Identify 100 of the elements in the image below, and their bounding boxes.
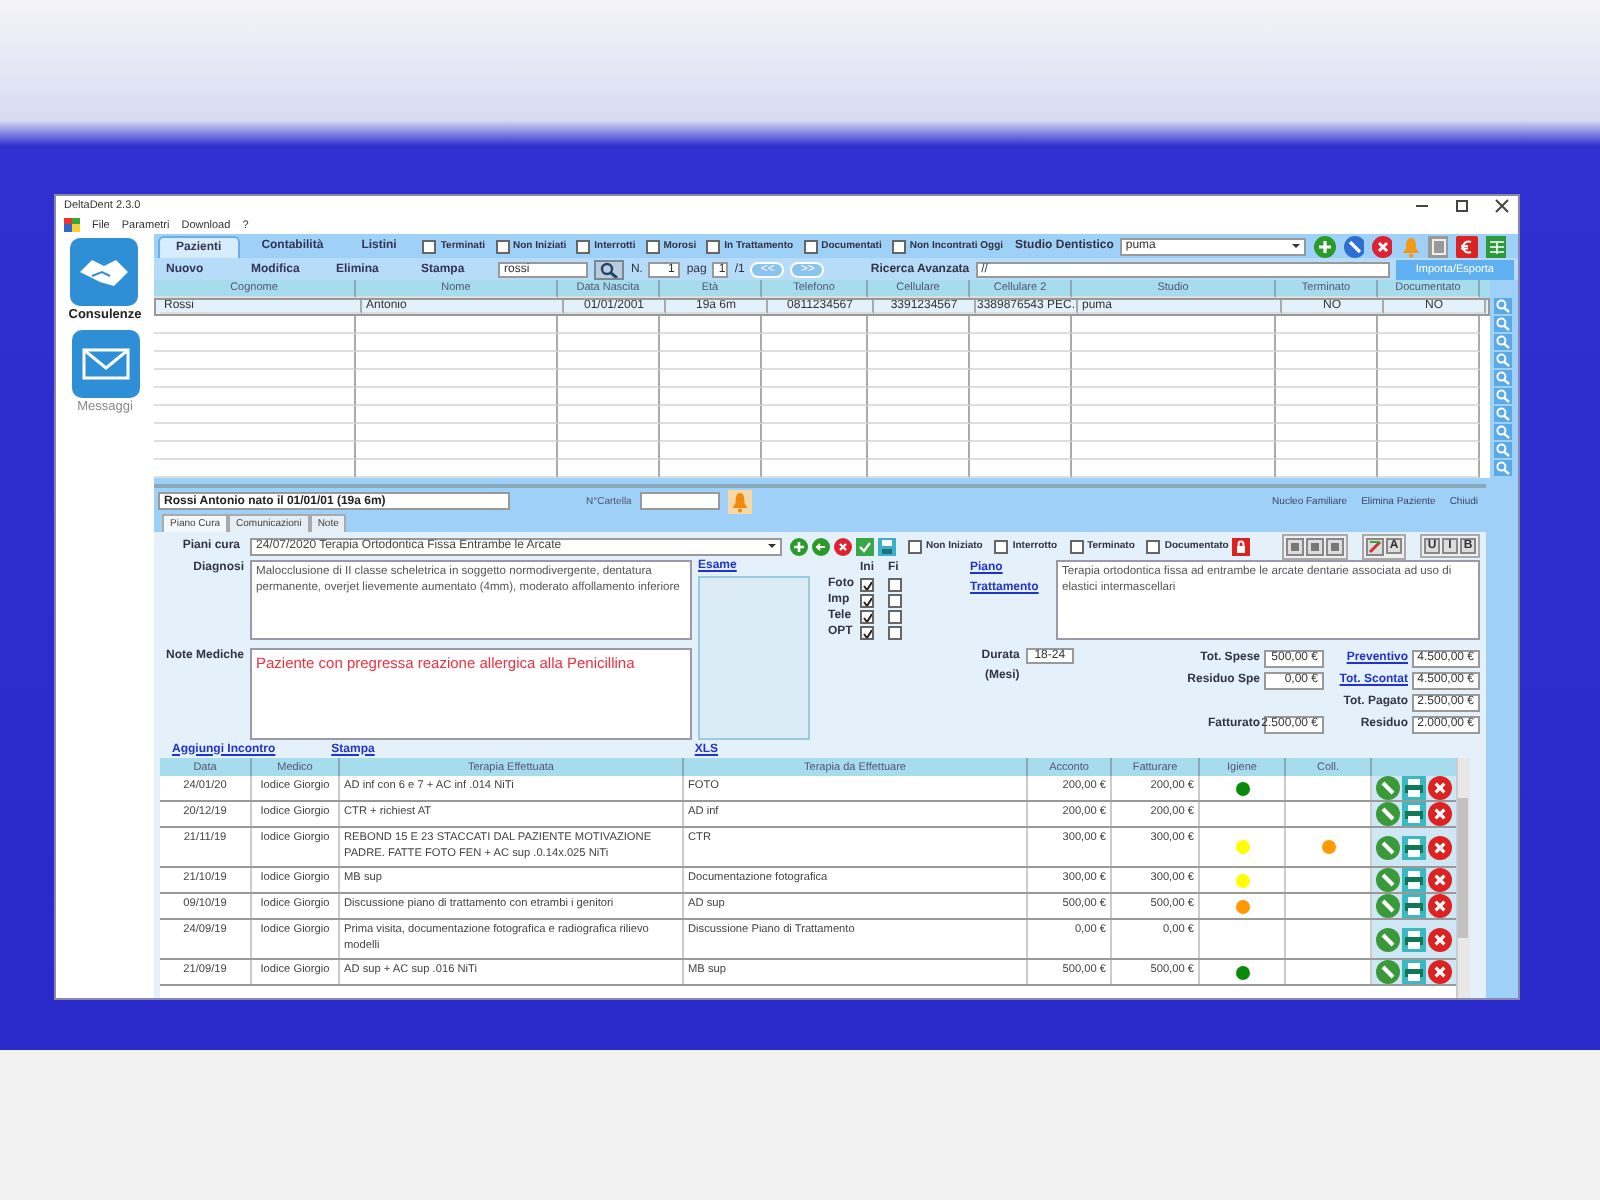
printer-icon[interactable] (1402, 868, 1426, 893)
table-cell (558, 370, 660, 388)
table-cell (970, 370, 1072, 388)
lock-icon[interactable] (1232, 537, 1251, 555)
envelope-icon[interactable] (71, 330, 139, 398)
table-cell (660, 370, 762, 388)
magnifier-icon[interactable] (1494, 334, 1512, 350)
delete-icon[interactable] (1428, 835, 1452, 860)
magnifier-icon[interactable] (1494, 316, 1512, 332)
checkbox[interactable] (706, 239, 721, 253)
table-cell (1378, 460, 1480, 478)
table-cell (558, 352, 660, 370)
close-icon[interactable] (1494, 198, 1510, 214)
table-cell (868, 316, 970, 334)
table-cell (1276, 424, 1378, 442)
magnifier-icon[interactable] (1494, 298, 1512, 314)
edit-icon[interactable] (1376, 835, 1400, 860)
table-cell (1276, 406, 1378, 424)
checkbox[interactable] (645, 239, 660, 253)
magnifier-icon[interactable] (1494, 388, 1512, 404)
table-cell (1378, 424, 1480, 442)
back-arrow-icon[interactable] (812, 537, 830, 555)
table-cell (660, 424, 762, 442)
checkbox[interactable] (495, 239, 509, 253)
checkmark-icon[interactable] (856, 537, 874, 555)
table-cell (660, 406, 762, 424)
checkbox[interactable] (860, 609, 874, 623)
scrollbar[interactable] (1456, 758, 1470, 998)
checkbox[interactable] (1069, 539, 1084, 553)
plus-icon[interactable] (790, 537, 808, 555)
checkbox[interactable] (860, 625, 874, 639)
checkbox[interactable] (888, 593, 902, 607)
table-cell (762, 406, 868, 424)
table-cell (1378, 316, 1480, 334)
save-icon[interactable] (878, 537, 896, 555)
delete-icon[interactable] (1428, 802, 1452, 826)
euro-icon[interactable] (1456, 235, 1478, 257)
table-cell (762, 334, 868, 352)
printer-icon[interactable] (1402, 894, 1426, 919)
delete-icon[interactable] (1428, 894, 1452, 919)
table-cell (868, 424, 970, 442)
table-cell (970, 424, 1072, 442)
printer-icon[interactable] (1402, 835, 1426, 860)
maximize-icon[interactable] (1454, 198, 1470, 214)
checkbox[interactable] (888, 577, 902, 591)
delete-icon[interactable] (834, 537, 852, 555)
edit-icon[interactable] (1376, 960, 1400, 985)
table-cell (660, 316, 762, 334)
delete-icon[interactable] (1428, 776, 1452, 800)
search-button[interactable] (594, 259, 625, 279)
magnifier-icon[interactable] (1494, 352, 1512, 368)
handshake-icon[interactable] (70, 238, 139, 306)
text-color-icon[interactable] (1366, 537, 1384, 555)
magnifier-icon[interactable] (1494, 442, 1512, 458)
table-cell (970, 460, 1072, 478)
table-cell (868, 352, 970, 370)
checkbox[interactable] (576, 239, 591, 253)
delete-icon[interactable] (1428, 868, 1452, 893)
magnifier-icon[interactable] (1494, 406, 1512, 422)
checkbox[interactable] (860, 577, 874, 591)
slash-circle-icon[interactable] (1343, 235, 1364, 257)
printer-icon[interactable] (1402, 927, 1426, 952)
table-cell (1276, 370, 1378, 388)
printer-icon[interactable] (1402, 802, 1426, 826)
checkbox[interactable] (888, 609, 902, 623)
table-cell (970, 442, 1072, 460)
table-cell (868, 460, 970, 478)
delete-icon[interactable] (1428, 960, 1452, 985)
checkbox[interactable] (422, 239, 437, 253)
magnifier-icon[interactable] (1494, 460, 1512, 476)
magnifier-icon[interactable] (1494, 370, 1512, 386)
table-cell (1378, 406, 1480, 424)
checkbox[interactable] (891, 239, 906, 253)
delete-icon[interactable] (1428, 927, 1452, 952)
table-cell (1276, 460, 1378, 478)
checkbox[interactable] (908, 539, 922, 553)
delete-icon[interactable] (1371, 235, 1393, 257)
checkbox[interactable] (803, 239, 818, 253)
edit-icon[interactable] (1376, 927, 1400, 952)
spreadsheet-icon[interactable] (1485, 235, 1506, 257)
plus-icon[interactable] (1314, 235, 1336, 257)
table-cell (558, 334, 660, 352)
edit-icon[interactable] (1376, 776, 1400, 800)
table-cell (660, 352, 762, 370)
magnifier-icon[interactable] (1494, 424, 1512, 440)
checkbox[interactable] (860, 593, 874, 607)
table-cell (762, 388, 868, 406)
table-cell (970, 388, 1072, 406)
checkbox[interactable] (1146, 539, 1161, 553)
table-cell (1378, 388, 1480, 406)
printer-icon[interactable] (1402, 776, 1426, 800)
folder-field[interactable] (639, 492, 720, 510)
edit-icon[interactable] (1376, 868, 1400, 893)
edit-icon[interactable] (1376, 802, 1400, 826)
checkbox[interactable] (888, 625, 902, 639)
edit-icon[interactable] (1376, 894, 1400, 919)
table-cell (558, 406, 660, 424)
checkbox[interactable] (994, 539, 1009, 553)
table-cell (660, 334, 762, 352)
printer-icon[interactable] (1402, 960, 1426, 985)
